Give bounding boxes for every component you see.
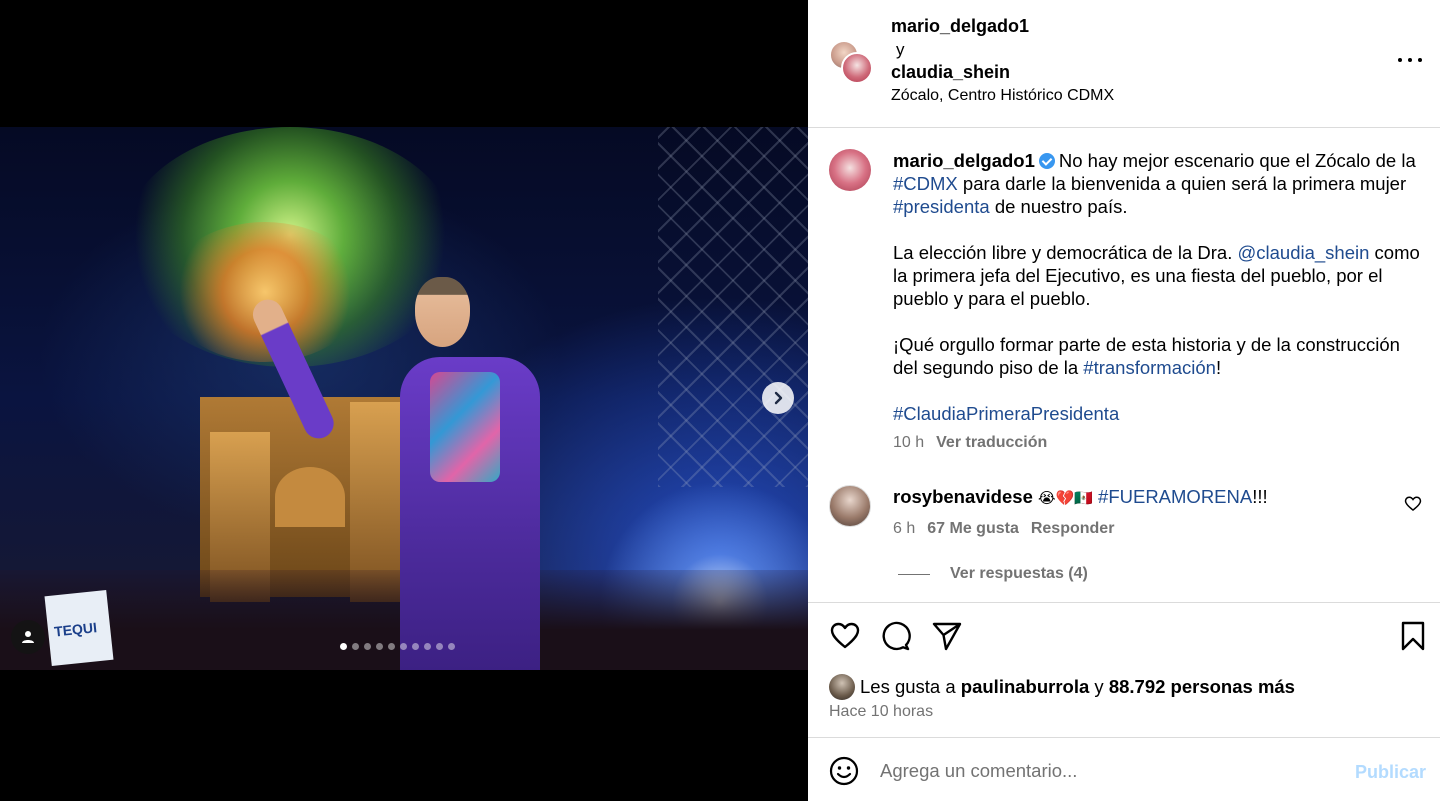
paper-plane-icon[interactable] xyxy=(931,620,963,652)
comment: rosybenavidese 😭💔🇲🇽 #FUERAMORENA!!! xyxy=(893,486,1268,508)
caption-text: ! xyxy=(1215,357,1222,378)
carousel-dot xyxy=(400,643,407,650)
smiley-icon[interactable] xyxy=(829,756,859,786)
carousel-next-button[interactable] xyxy=(762,382,794,414)
mention-claudia-shein[interactable]: @claudia_shein xyxy=(1237,242,1369,263)
carousel-dot xyxy=(340,643,347,650)
caption-meta: 10 h Ver traducción xyxy=(893,434,1047,452)
caption-username[interactable]: mario_delgado1 xyxy=(893,150,1035,171)
likes-prefix: Les gusta a xyxy=(860,676,961,697)
hashtag-cdmx[interactable]: #CDMX xyxy=(893,173,958,194)
view-replies-label: Ver respuestas (4) xyxy=(950,565,1088,582)
likes-summary: Les gusta a paulinaburrola y 88.792 pers… xyxy=(860,676,1295,698)
ellipsis-icon xyxy=(1398,58,1422,62)
comment-avatar[interactable] xyxy=(829,485,871,527)
comment-likes-link[interactable]: 67 Me gusta xyxy=(927,520,1019,537)
comment-age: 6 h xyxy=(893,520,916,537)
post-location[interactable]: Zócalo, Centro Histórico CDMX xyxy=(891,87,1114,105)
avatar-claudia-shein[interactable] xyxy=(841,52,873,84)
caption-paragraph-2: La elección libre y democrática de la Dr… xyxy=(893,241,1423,310)
see-translation-link[interactable]: Ver traducción xyxy=(936,434,1047,451)
carousel-dot xyxy=(352,643,359,650)
comment-input[interactable] xyxy=(880,758,1330,784)
caption-paragraph-1: mario_delgado1 No hay mejor escenario que… xyxy=(893,149,1423,218)
header-username-1[interactable]: mario_delgado1 xyxy=(891,16,1029,37)
crowd-sign: TEQUI xyxy=(44,589,114,667)
hashtag-presidenta[interactable]: #presidenta xyxy=(893,196,990,217)
likes-others-link[interactable]: 88.792 personas más xyxy=(1109,676,1295,697)
heart-icon[interactable] xyxy=(829,620,861,652)
head xyxy=(415,277,470,347)
comment-username[interactable]: rosybenavidese xyxy=(893,486,1033,507)
verified-badge-icon xyxy=(1038,153,1055,169)
hashtag-transformacion[interactable]: #transformación xyxy=(1083,357,1216,378)
carousel-dot xyxy=(436,643,443,650)
publish-button[interactable]: Publicar xyxy=(1355,762,1426,783)
post-media: TEQUI xyxy=(0,0,808,801)
header-username-2[interactable]: claudia_shein xyxy=(891,62,1010,83)
carousel-dot xyxy=(448,643,455,650)
embroidered-jacket xyxy=(430,372,500,482)
liker-username[interactable]: paulinaburrola xyxy=(961,676,1090,697)
chevron-right-icon xyxy=(774,391,783,405)
caption-text: La elección libre y democrática de la Dr… xyxy=(893,242,1238,263)
user-icon xyxy=(22,631,34,643)
hashtag-claudia-primera-presidenta[interactable]: #ClaudiaPrimeraPresidenta xyxy=(893,403,1119,424)
post-header: mario_delgado1 y claudia_shein Zócalo, C… xyxy=(808,0,1440,128)
carousel-dot xyxy=(412,643,419,650)
caption-text: de nuestro país. xyxy=(989,196,1128,217)
more-options-button[interactable] xyxy=(1398,52,1422,68)
post-timestamp[interactable]: Hace 10 horas xyxy=(829,703,933,721)
view-replies-button[interactable]: Ver respuestas (4) xyxy=(898,565,1088,583)
carousel-dot xyxy=(364,643,371,650)
hashtag-fueramorena[interactable]: #FUERAMORENA xyxy=(1098,486,1252,507)
caption-age: 10 h xyxy=(893,434,925,451)
comment-icon[interactable] xyxy=(879,620,911,652)
post-photo[interactable]: TEQUI xyxy=(0,127,808,670)
cathedral-dome xyxy=(275,467,345,527)
carousel-dot xyxy=(388,643,395,650)
header-connector: y xyxy=(896,40,905,59)
comment-composer: Publicar xyxy=(808,738,1440,801)
caption-paragraph-4: #ClaudiaPrimeraPresidenta xyxy=(893,402,1423,425)
carousel-dot xyxy=(424,643,431,650)
liker-avatar[interactable] xyxy=(829,674,855,700)
comment-emojis: 😭💔🇲🇽 xyxy=(1038,490,1093,507)
replies-divider xyxy=(898,573,930,575)
carousel-dot xyxy=(376,643,383,650)
comment-like-heart-icon[interactable] xyxy=(1404,495,1422,513)
post-caption: mario_delgado1 No hay mejor escenario que… xyxy=(893,149,1423,425)
caption-text: No hay mejor escenario que el Zócalo de … xyxy=(1058,150,1416,171)
caption-text: para darle la bienvenida a quien será la… xyxy=(957,173,1407,194)
comment-meta: 6 h 67 Me gusta Responder xyxy=(893,520,1126,538)
carousel-indicator xyxy=(340,643,455,650)
woman-waving xyxy=(248,277,550,670)
bookmark-icon[interactable] xyxy=(1397,620,1429,652)
stage-truss xyxy=(658,127,808,487)
post-actions: Les gusta a paulinaburrola y 88.792 pers… xyxy=(808,602,1440,738)
likes-middle: y xyxy=(1089,676,1109,697)
crowd-sign-text: TEQUI xyxy=(53,619,98,640)
caption-paragraph-3: ¡Qué orgullo formar parte de esta histor… xyxy=(893,333,1423,379)
caption-avatar[interactable] xyxy=(829,149,871,191)
comment-suffix: !!! xyxy=(1252,486,1268,507)
post-side-panel: mario_delgado1 y claudia_shein Zócalo, C… xyxy=(808,0,1440,801)
tagged-users-button[interactable] xyxy=(11,620,45,654)
reply-button[interactable]: Responder xyxy=(1031,520,1115,537)
